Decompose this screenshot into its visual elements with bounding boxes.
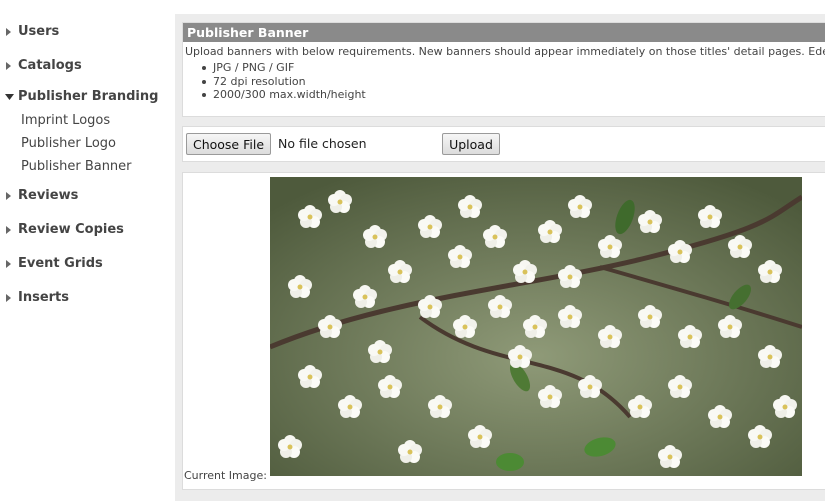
caret-right-icon	[0, 27, 18, 36]
list-item: 72 dpi resolution	[202, 75, 825, 89]
sidebar-item-label: Inserts	[18, 290, 70, 305]
sidebar-item-label: Review Copies	[18, 222, 124, 237]
current-image-label: Current Image:	[184, 469, 267, 482]
sidebar-subitem-imprint-logos[interactable]: Imprint Logos	[21, 113, 110, 128]
caret-down-icon	[0, 93, 18, 100]
sidebar-item-catalogs[interactable]: Catalogs	[0, 58, 82, 73]
sidebar: Users Catalogs Publisher Branding Imprin…	[0, 0, 170, 501]
sidebar-subitem-publisher-logo[interactable]: Publisher Logo	[21, 136, 116, 151]
caret-right-icon	[0, 191, 18, 200]
caret-right-icon	[0, 225, 18, 234]
sidebar-item-publisher-branding[interactable]: Publisher Branding	[0, 89, 158, 104]
sidebar-item-users[interactable]: Users	[0, 24, 59, 39]
choose-file-button[interactable]: Choose File	[186, 133, 271, 155]
upload-button[interactable]: Upload	[442, 133, 500, 155]
sidebar-item-label: Publisher Branding	[18, 89, 159, 104]
panel-title: Publisher Banner	[183, 23, 825, 42]
sidebar-item-label: Event Grids	[18, 256, 103, 271]
list-item: 2000/300 max.width/height	[202, 88, 825, 102]
caret-right-icon	[0, 259, 18, 268]
caret-right-icon	[0, 61, 18, 70]
sidebar-subitem-publisher-banner[interactable]: Publisher Banner	[21, 159, 132, 174]
sidebar-item-label: Catalogs	[18, 58, 82, 73]
sidebar-item-review-copies[interactable]: Review Copies	[0, 222, 124, 237]
sidebar-item-label: Reviews	[18, 188, 79, 203]
main-panel: Publisher Banner Upload banners with bel…	[175, 14, 825, 501]
blossom-photo-icon	[270, 177, 802, 476]
sidebar-item-reviews[interactable]: Reviews	[0, 188, 78, 203]
sidebar-item-label: Users	[18, 24, 60, 39]
panel-description: Upload banners with below requirements. …	[185, 45, 825, 58]
file-status: No file chosen	[278, 136, 367, 151]
current-image-box: Current Image:	[182, 172, 825, 490]
sidebar-item-event-grids[interactable]: Event Grids	[0, 256, 103, 271]
requirements-box: Publisher Banner Upload banners with bel…	[182, 22, 825, 117]
list-item: JPG / PNG / GIF	[202, 61, 825, 75]
requirements-list: JPG / PNG / GIF 72 dpi resolution 2000/3…	[183, 61, 825, 102]
banner-image	[270, 177, 802, 476]
sidebar-item-inserts[interactable]: Inserts	[0, 290, 69, 305]
upload-box: Choose File No file chosen Upload	[182, 126, 825, 162]
caret-right-icon	[0, 293, 18, 302]
